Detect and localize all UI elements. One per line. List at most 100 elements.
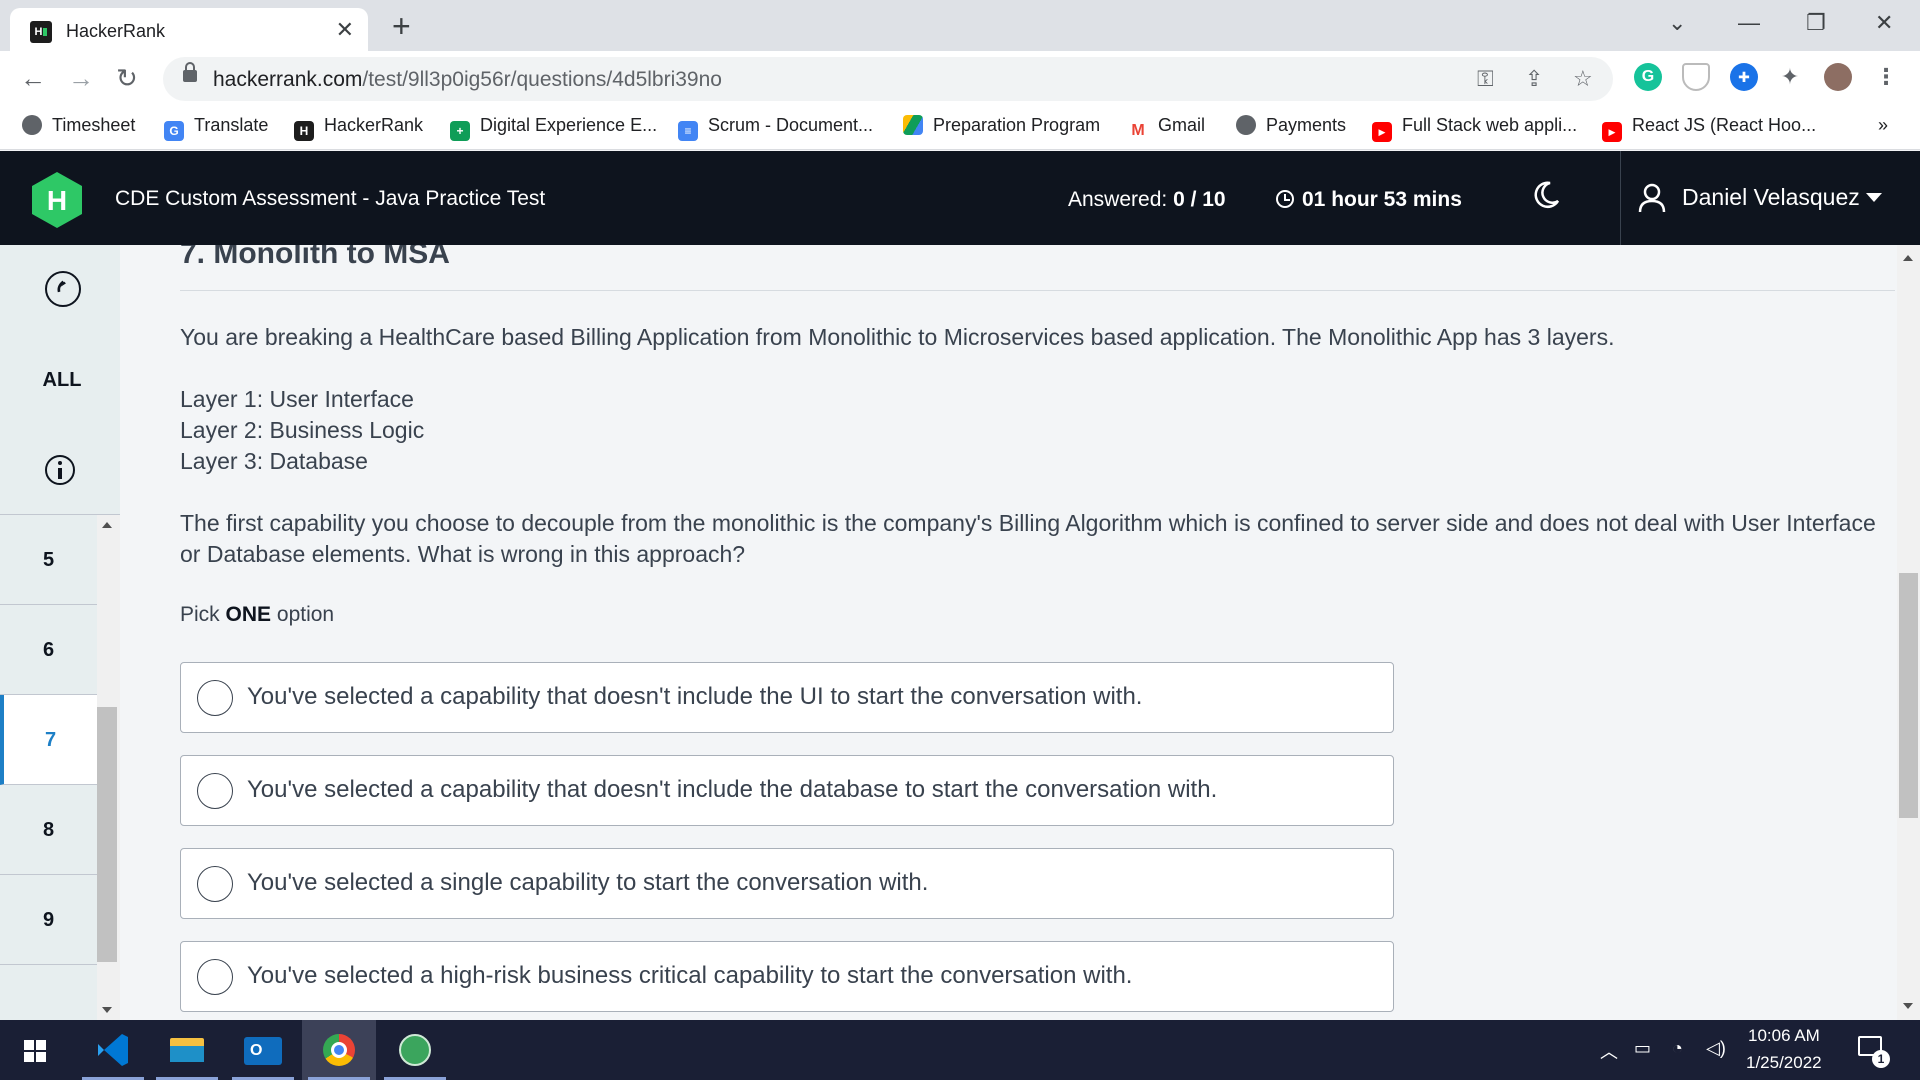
bookmark-item[interactable]: Payments bbox=[1236, 115, 1346, 136]
windows-taskbar: O ︿ ▭ ◔ ◁) 10:06 AM 1/25/2022 1 bbox=[0, 1020, 1920, 1080]
bookmark-item[interactable]: Timesheet bbox=[22, 115, 135, 136]
more-bookmarks-icon[interactable]: » bbox=[1878, 115, 1888, 136]
compass-icon[interactable] bbox=[45, 271, 81, 307]
page-scroll-up-icon[interactable] bbox=[1903, 255, 1913, 261]
navigator-scrollbar[interactable] bbox=[97, 515, 120, 1020]
url-path: /test/9ll3p0ig56r/questions/4d5lbri39no bbox=[362, 68, 722, 91]
tab-close-icon[interactable]: ✕ bbox=[336, 17, 354, 43]
chrome-icon[interactable] bbox=[302, 1020, 376, 1080]
test-header: H CDE Custom Assessment - Java Practice … bbox=[0, 151, 1920, 245]
vscode-icon[interactable] bbox=[76, 1020, 150, 1080]
globe-app-icon[interactable] bbox=[378, 1020, 452, 1080]
dark-mode-moon-icon[interactable] bbox=[1530, 179, 1562, 211]
extension-icon[interactable]: ✚ bbox=[1730, 63, 1758, 91]
tab-search-icon[interactable]: ⌄ bbox=[1668, 10, 1686, 36]
gmail-icon: M bbox=[1128, 121, 1148, 141]
google-translate-icon: G bbox=[164, 121, 184, 141]
navigator-scroll-thumb[interactable] bbox=[97, 707, 117, 962]
profile-avatar[interactable] bbox=[1824, 63, 1852, 91]
bookmark-item[interactable]: G Translate bbox=[164, 115, 268, 141]
browser-tab[interactable]: H HackerRank ✕ bbox=[10, 8, 368, 51]
bookmark-label: Payments bbox=[1266, 115, 1347, 135]
bookmark-item[interactable]: ≡ Scrum - Document... bbox=[678, 115, 873, 141]
assessment-title: CDE Custom Assessment - Java Practice Te… bbox=[115, 187, 546, 210]
show-hidden-icons-chevron[interactable]: ︿ bbox=[1600, 1038, 1618, 1064]
share-icon[interactable]: ⇪ bbox=[1525, 66, 1543, 92]
forward-arrow-icon[interactable]: → bbox=[68, 63, 94, 94]
bookmark-item[interactable]: ▶ Full Stack web appli... bbox=[1372, 115, 1577, 142]
close-window-button[interactable]: ✕ bbox=[1875, 10, 1893, 36]
shield-extension-icon[interactable] bbox=[1682, 63, 1710, 91]
bookmark-star-icon[interactable]: ☆ bbox=[1573, 66, 1593, 92]
bookmark-item[interactable]: M Gmail bbox=[1128, 115, 1205, 141]
answer-option-3[interactable]: You've selected a single capability to s… bbox=[180, 848, 1394, 919]
drive-icon bbox=[903, 115, 923, 135]
new-tab-button[interactable]: + bbox=[392, 8, 411, 45]
windows-start-icon[interactable] bbox=[0, 1020, 74, 1080]
question-body: The first capability you choose to decou… bbox=[180, 510, 1876, 567]
bookmark-label: Preparation Program bbox=[933, 115, 1101, 135]
answer-option-2[interactable]: You've selected a capability that doesn'… bbox=[180, 755, 1394, 826]
page-scroll-thumb[interactable] bbox=[1899, 573, 1918, 818]
all-questions-button[interactable]: ALL bbox=[0, 369, 124, 392]
answer-option-4[interactable]: You've selected a high-risk business cri… bbox=[180, 941, 1394, 1012]
question-item-9[interactable]: 9 bbox=[0, 875, 97, 965]
outlook-icon[interactable]: O bbox=[226, 1020, 300, 1080]
menu-kebab-icon[interactable]: ⋮ bbox=[1872, 63, 1900, 91]
back-arrow-icon[interactable]: ← bbox=[20, 63, 46, 94]
option-label[interactable]: You've selected a single capability to s… bbox=[247, 869, 928, 897]
question-item-7[interactable]: 7 bbox=[0, 695, 97, 785]
puzzle-extensions-icon[interactable]: ✦ bbox=[1776, 63, 1804, 91]
restore-button[interactable]: ❐ bbox=[1806, 10, 1826, 36]
lock-icon[interactable] bbox=[183, 62, 197, 82]
browser-toolbar: ← → ↻ hackerrank.com/test/9ll3p0ig56r/qu… bbox=[0, 51, 1920, 105]
question-item-8[interactable]: 8 bbox=[0, 785, 97, 875]
url-domain: hackerrank.com bbox=[213, 68, 363, 91]
page-scrollbar[interactable] bbox=[1897, 245, 1920, 1020]
radio-button[interactable] bbox=[197, 959, 233, 995]
clock-icon bbox=[1276, 190, 1294, 208]
taskbar-date[interactable]: 1/25/2022 bbox=[1746, 1053, 1822, 1073]
answer-option-1[interactable]: You've selected a capability that doesn'… bbox=[180, 662, 1394, 733]
browser-tab-strip: H HackerRank ✕ + ⌄ — ❐ ✕ bbox=[0, 0, 1920, 51]
volume-icon[interactable]: ◁) bbox=[1706, 1038, 1726, 1059]
bookmark-label: React JS (React Hoo... bbox=[1632, 115, 1817, 135]
info-icon[interactable] bbox=[45, 455, 75, 485]
reload-icon[interactable]: ↻ bbox=[116, 63, 138, 94]
battery-icon[interactable]: ▭ bbox=[1634, 1038, 1651, 1059]
option-label[interactable]: You've selected a capability that doesn'… bbox=[247, 776, 1217, 804]
wifi-icon[interactable]: ◔ bbox=[1672, 1038, 1683, 1059]
radio-button[interactable] bbox=[197, 866, 233, 902]
bookmark-item[interactable]: ▶ React JS (React Hoo... bbox=[1602, 115, 1816, 142]
option-label[interactable]: You've selected a capability that doesn'… bbox=[247, 683, 1142, 711]
page-scroll-down-icon[interactable] bbox=[1903, 1003, 1913, 1009]
question-item-6[interactable]: 6 bbox=[0, 605, 97, 695]
key-icon[interactable]: ⚿ bbox=[1477, 66, 1494, 92]
youtube-icon: ▶ bbox=[1602, 122, 1622, 142]
minimize-button[interactable]: — bbox=[1738, 10, 1760, 36]
title-divider bbox=[180, 290, 1895, 291]
url-text[interactable]: hackerrank.com/test/9ll3p0ig56r/question… bbox=[213, 68, 722, 92]
user-icon[interactable] bbox=[1638, 183, 1666, 213]
bookmark-item[interactable]: Preparation Program bbox=[903, 115, 1100, 136]
radio-button[interactable] bbox=[197, 680, 233, 716]
question-item-5[interactable]: 5 bbox=[0, 515, 97, 605]
bookmark-label: HackerRank bbox=[324, 115, 424, 135]
file-explorer-icon[interactable] bbox=[150, 1020, 224, 1080]
bookmark-label: Scrum - Document... bbox=[708, 115, 874, 135]
bookmark-label: Translate bbox=[194, 115, 269, 135]
pick-prefix: Pick bbox=[180, 603, 220, 626]
user-menu-caret-icon[interactable] bbox=[1866, 193, 1882, 202]
option-label[interactable]: You've selected a high-risk business cri… bbox=[247, 962, 1132, 990]
bookmark-item[interactable]: + Digital Experience E... bbox=[450, 115, 657, 141]
answered-counter: Answered: 0 / 10 bbox=[1068, 188, 1226, 212]
scroll-down-arrow-icon[interactable] bbox=[102, 1007, 112, 1013]
address-bar[interactable]: hackerrank.com/test/9ll3p0ig56r/question… bbox=[163, 57, 1613, 101]
radio-button[interactable] bbox=[197, 773, 233, 809]
scroll-up-arrow-icon[interactable] bbox=[102, 522, 112, 528]
user-name[interactable]: Daniel Velasquez bbox=[1682, 184, 1860, 211]
bookmark-label: Gmail bbox=[1158, 115, 1206, 135]
taskbar-time[interactable]: 10:06 AM bbox=[1748, 1026, 1820, 1046]
grammarly-extension-icon[interactable]: G bbox=[1634, 63, 1662, 91]
bookmark-item[interactable]: H HackerRank bbox=[294, 115, 423, 141]
